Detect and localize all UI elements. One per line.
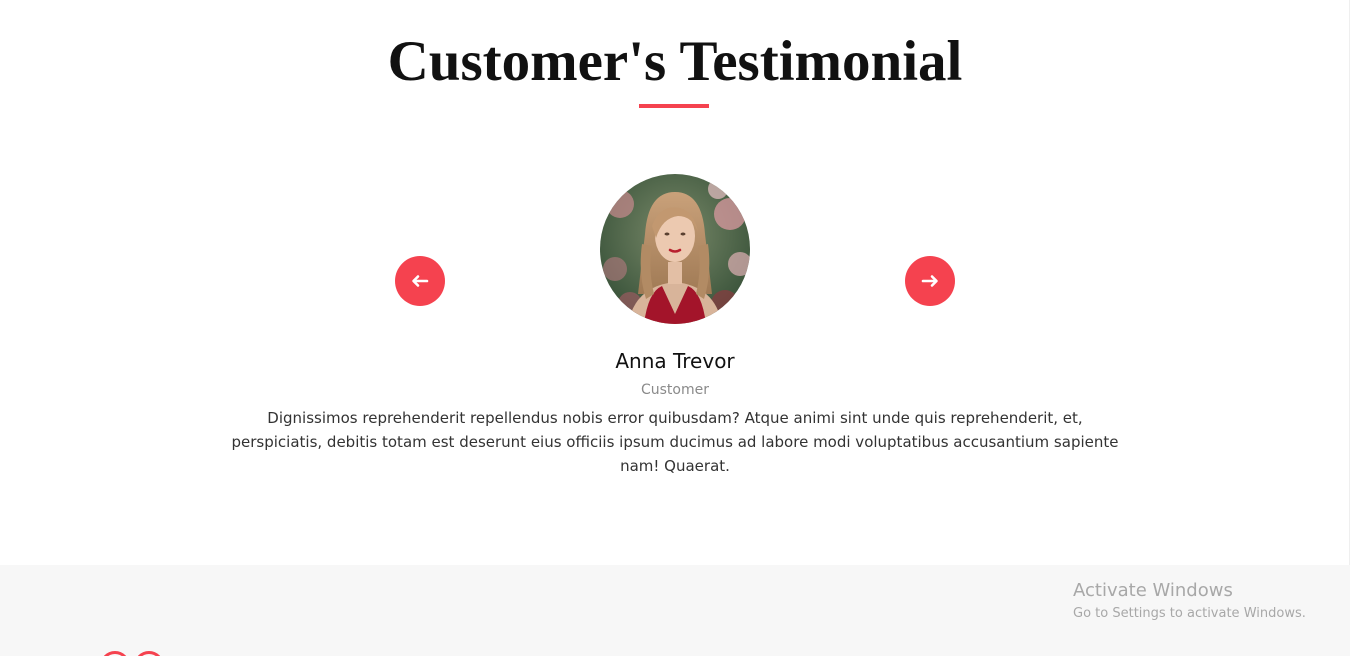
footer-logo[interactable] xyxy=(100,651,170,656)
arrow-left-icon xyxy=(412,275,429,287)
testimonial-quote: Dignissimos reprehenderit repellendus no… xyxy=(231,409,1119,475)
previous-testimonial-button[interactable] xyxy=(395,256,445,306)
customer-avatar xyxy=(600,174,750,324)
section-title: Customer's Testimonial xyxy=(387,30,963,93)
windows-activation-watermark: Activate Windows Go to Settings to activ… xyxy=(1073,579,1306,625)
title-underline xyxy=(639,104,709,108)
watermark-subtitle: Go to Settings to activate Windows. xyxy=(1073,606,1306,621)
testimonial-section: Customer's Testimonial Anna Trevor Custo… xyxy=(0,0,1350,565)
arrow-right-icon xyxy=(921,275,938,287)
next-testimonial-button[interactable] xyxy=(905,256,955,306)
customer-name: Anna Trevor xyxy=(615,349,735,373)
watermark-title: Activate Windows xyxy=(1073,580,1233,601)
customer-role: Customer xyxy=(640,382,709,398)
